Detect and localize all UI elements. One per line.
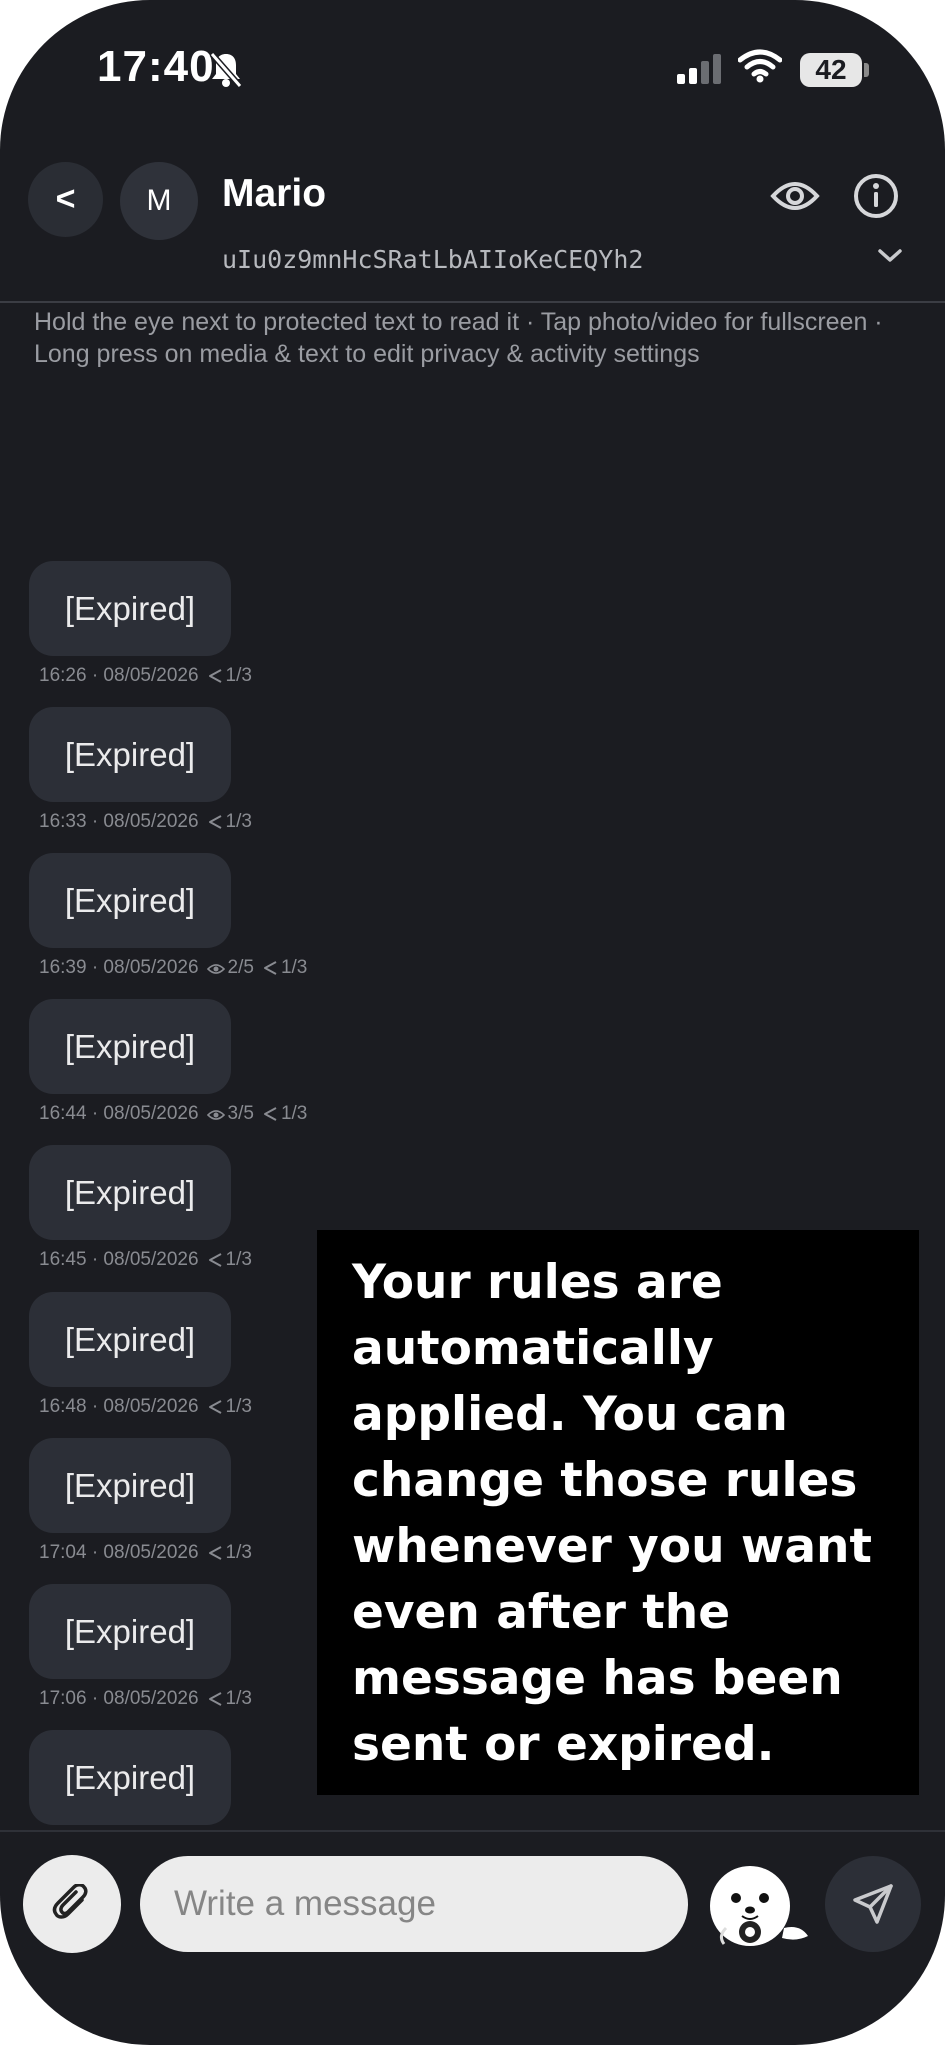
share-icon (208, 815, 222, 829)
caption-text: Your rules are automatically applied. Yo… (352, 1255, 872, 1772)
view-count-value: 3/5 (227, 1103, 254, 1124)
paperclip-icon (52, 1884, 88, 1919)
message-time: 16:45 · 08/05/2026 (39, 1249, 199, 1270)
seal-mascot-icon[interactable] (708, 1862, 810, 1948)
message-time: 17:06 · 08/05/2026 (39, 1688, 199, 1709)
message-bubble[interactable]: [Expired] (29, 999, 231, 1094)
view-count: 2/5 (206, 957, 254, 979)
share-icon (208, 669, 222, 683)
message-bubble[interactable]: [Expired] (29, 1292, 231, 1387)
message-meta: 16:26 · 08/05/2026 1/3 (39, 665, 252, 687)
share-count: 1/3 (262, 1103, 307, 1125)
share-count-value: 1/3 (225, 1688, 252, 1709)
share-icon (263, 961, 277, 975)
message-bubble[interactable]: [Expired] (29, 561, 231, 656)
share-count: 1/3 (207, 1542, 252, 1564)
share-count-value: 1/3 (225, 811, 252, 832)
message-time: 16:26 · 08/05/2026 (39, 665, 199, 686)
share-icon (208, 1692, 222, 1706)
send-icon (853, 1884, 893, 1924)
caption-overlay: Your rules are automatically applied. Yo… (317, 1230, 919, 1795)
share-count: 1/3 (262, 957, 307, 979)
header-divider (0, 301, 945, 303)
share-count: 1/3 (207, 811, 252, 833)
share-count-value: 1/3 (280, 1103, 308, 1124)
battery-nub (864, 63, 869, 77)
view-count-value: 2/5 (227, 957, 254, 978)
share-count: 1/3 (207, 1688, 252, 1710)
share-icon (208, 1400, 222, 1414)
hint-text: Hold the eye next to protected text to r… (34, 308, 883, 368)
contact-id: uIu0z9mnHcSRatLbAIIoKeCEQYh2 (222, 245, 644, 274)
message-bubble[interactable]: [Expired] (29, 853, 231, 948)
battery-icon: 42 (800, 53, 862, 87)
message-bubble[interactable]: [Expired] (29, 1145, 231, 1240)
share-count-value: 1/3 (225, 665, 252, 686)
message-bubble[interactable]: [Expired] (29, 707, 231, 802)
share-count: 1/3 (207, 1396, 252, 1418)
share-count-value: 1/3 (225, 1542, 252, 1563)
share-icon (208, 1546, 222, 1560)
share-icon (208, 1253, 222, 1267)
message-meta: 16:44 · 08/05/2026 3/5 1/3 (39, 1103, 307, 1125)
message-meta: 16:33 · 08/05/2026 1/3 (39, 811, 252, 833)
message-meta: 17:04 · 08/05/2026 1/3 (39, 1542, 252, 1564)
message-time: 16:44 · 08/05/2026 (39, 1103, 199, 1124)
message-meta: 17:06 · 08/05/2026 1/3 (39, 1688, 252, 1710)
attach-button[interactable] (23, 1855, 121, 1953)
message-meta: 16:39 · 08/05/2026 2/5 1/3 (39, 957, 307, 979)
message-bubble[interactable]: [Expired] (29, 1730, 231, 1825)
share-count-value: 1/3 (280, 957, 308, 978)
message-meta: 16:45 · 08/05/2026 1/3 (39, 1249, 252, 1271)
message-input[interactable] (140, 1856, 688, 1952)
phone-screen: 17:40 42 < M Mario uIu0z9mnHcSRatLbAIIoK… (0, 0, 945, 2045)
back-button[interactable]: < (28, 162, 103, 237)
eye-icon[interactable] (770, 174, 820, 218)
message-bubble[interactable]: [Expired] (29, 1584, 231, 1679)
share-count-value: 1/3 (225, 1396, 252, 1417)
message-bubble[interactable]: [Expired] (29, 1438, 231, 1533)
message-time: 16:39 · 08/05/2026 (39, 957, 199, 978)
info-icon[interactable] (853, 173, 899, 219)
send-button[interactable] (825, 1856, 921, 1952)
avatar[interactable]: M (120, 162, 198, 240)
share-count-value: 1/3 (225, 1249, 252, 1270)
bell-slash-icon (209, 52, 243, 88)
share-icon (263, 1107, 277, 1121)
composer-divider (0, 1830, 945, 1832)
eye-icon (206, 1110, 225, 1120)
chevron-down-icon[interactable] (877, 247, 903, 265)
share-count: 1/3 (207, 1249, 252, 1271)
message-meta: 16:48 · 08/05/2026 1/3 (39, 1396, 252, 1418)
wifi-icon (738, 49, 782, 83)
share-count: 1/3 (207, 665, 252, 687)
signal-icon (677, 54, 721, 84)
message-time: 17:04 · 08/05/2026 (39, 1542, 199, 1563)
message-time: 16:33 · 08/05/2026 (39, 811, 199, 832)
contact-name[interactable]: Mario (222, 172, 326, 216)
view-count: 3/5 (206, 1103, 254, 1125)
status-time: 17:40 (97, 42, 215, 91)
eye-icon (206, 964, 225, 974)
message-time: 16:48 · 08/05/2026 (39, 1396, 199, 1417)
